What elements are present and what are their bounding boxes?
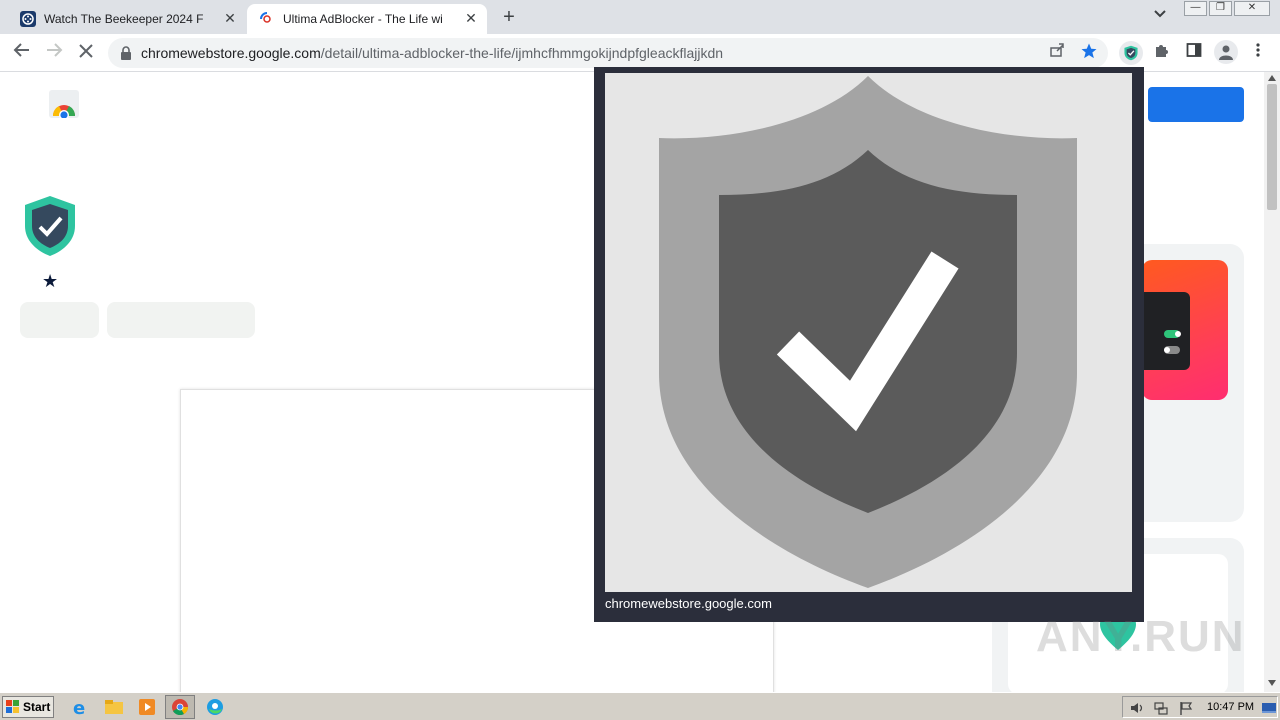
skeleton-chip	[20, 302, 99, 338]
windows-taskbar: Start e 10:47 PM	[0, 692, 1280, 720]
promo-banner[interactable]	[1142, 260, 1228, 400]
chrome-icon	[172, 699, 188, 715]
windows-logo-icon	[6, 700, 19, 713]
stop-icon[interactable]	[74, 41, 98, 65]
extension-icon-preview-popup: chromewebstore.google.com	[594, 67, 1144, 622]
tab-title: Ultima AdBlocker - The Life without A	[283, 12, 443, 26]
bookmark-star-icon[interactable]	[1078, 42, 1100, 64]
close-window-button[interactable]: ✕	[1234, 1, 1270, 16]
rating-star-icon: ★	[42, 271, 59, 291]
share-icon[interactable]	[1046, 42, 1068, 64]
taskbar-clock[interactable]: 10:47 PM	[1207, 701, 1254, 713]
popup-caption: chromewebstore.google.com	[605, 596, 772, 611]
toggle-knob	[1175, 331, 1181, 337]
tab-ultima-adblocker[interactable]: Ultima AdBlocker - The Life without A ✕	[247, 4, 487, 34]
anyrun-watermark: ANY.RUN	[1036, 612, 1246, 661]
media-player-icon[interactable]	[136, 697, 158, 717]
close-icon[interactable]: ✕	[222, 10, 238, 26]
tab-beekeeper[interactable]: Watch The Beekeeper 2024 Full HD ✕	[8, 4, 246, 34]
start-button[interactable]: Start	[2, 696, 54, 718]
preview-image	[605, 73, 1132, 592]
start-label: Start	[23, 700, 51, 714]
network-icon[interactable]	[1153, 700, 1169, 716]
close-icon[interactable]: ✕	[463, 10, 479, 26]
url-path: /detail/ultima-adblocker-the-life/ijmhcf…	[320, 45, 724, 61]
large-shield-check-icon	[659, 76, 1077, 588]
action-center-flag-icon[interactable]	[1178, 700, 1194, 716]
scroll-down-icon[interactable]	[1268, 680, 1276, 686]
tab-search-chevron-icon[interactable]	[1150, 8, 1170, 26]
volume-icon[interactable]	[1129, 700, 1145, 716]
film-icon	[20, 11, 36, 27]
address-bar[interactable]: chromewebstore.google.com/detail/ultima-…	[108, 38, 1108, 68]
url-text: chromewebstore.google.com/detail/ultima-…	[141, 45, 723, 61]
show-desktop-icon[interactable]	[1261, 700, 1277, 716]
scroll-up-icon[interactable]	[1268, 75, 1276, 81]
add-to-chrome-button[interactable]	[1148, 87, 1244, 122]
svg-text:e: e	[73, 698, 85, 717]
loading-spinner-icon	[260, 12, 271, 23]
toggle-knob	[1164, 347, 1170, 353]
forward-icon[interactable]	[42, 41, 66, 65]
side-panel-icon[interactable]	[1183, 42, 1205, 64]
tab-title: Watch The Beekeeper 2024 Full HD	[44, 12, 204, 26]
profile-icon[interactable]	[1214, 40, 1238, 64]
back-icon[interactable]	[10, 41, 34, 65]
file-explorer-icon[interactable]	[103, 697, 125, 717]
extensions-puzzle-icon[interactable]	[1151, 42, 1173, 64]
lock-icon[interactable]	[120, 46, 132, 60]
internet-explorer-icon[interactable]: e	[70, 697, 92, 717]
menu-icon[interactable]	[1247, 42, 1269, 64]
url-domain: chromewebstore.google.com	[141, 45, 321, 61]
minimize-button[interactable]: —	[1184, 1, 1207, 16]
restore-button[interactable]: ❐	[1209, 1, 1232, 16]
extension-logo-shield-icon	[25, 196, 75, 256]
new-tab-button[interactable]: +	[498, 6, 520, 28]
system-tray: 10:47 PM	[1122, 696, 1278, 718]
tab-strip: Watch The Beekeeper 2024 Full HD ✕ Ultim…	[0, 0, 1280, 34]
chrome-web-store-logo-icon[interactable]	[49, 90, 79, 118]
edge-icon[interactable]	[204, 697, 226, 717]
extension-shield-icon[interactable]	[1119, 41, 1143, 65]
promo-device	[1142, 292, 1190, 370]
taskbar-chrome-active[interactable]	[165, 695, 195, 719]
scrollbar-thumb[interactable]	[1267, 84, 1277, 210]
skeleton-chip-wide	[107, 302, 255, 338]
page-scrollbar[interactable]	[1264, 72, 1280, 692]
